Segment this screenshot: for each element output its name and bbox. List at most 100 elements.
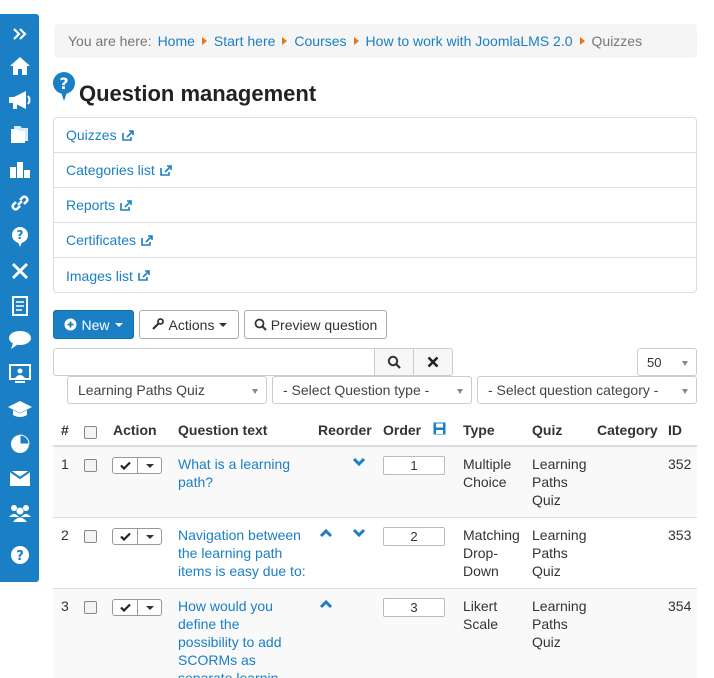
move-down-icon[interactable] [352, 457, 366, 467]
breadcrumb-start-here[interactable]: Start here [214, 33, 275, 49]
chevron-down-icon[interactable] [138, 600, 161, 615]
link-label: Categories list [66, 162, 155, 178]
chevron-down-icon [219, 322, 228, 327]
search-input[interactable] [53, 348, 375, 376]
header-order[interactable]: Order [383, 422, 421, 438]
new-button[interactable]: New [53, 310, 134, 339]
header-reorder[interactable]: Reorder [318, 422, 372, 438]
question-quiz: Learning Paths Quiz [532, 456, 587, 508]
home-icon[interactable] [0, 49, 39, 83]
quiz-filter-select[interactable]: Learning Paths Quiz [67, 376, 267, 404]
external-link-icon [138, 270, 150, 281]
link-reports[interactable]: Reports [54, 188, 696, 223]
list-limit-value: 50 [647, 354, 662, 370]
question-category-filter-select[interactable]: - Select question category - [477, 376, 697, 404]
question-type-filter-value: - Select Question type - [283, 382, 430, 398]
row-checkbox[interactable] [84, 459, 97, 472]
header-question-text[interactable]: Question text [178, 422, 267, 438]
row-number: 2 [61, 527, 69, 543]
sitemap-icon[interactable] [0, 152, 39, 186]
breadcrumb-separator-icon [282, 37, 288, 45]
users-icon[interactable] [0, 496, 39, 530]
question-bubble-icon: ? [53, 72, 75, 101]
question-id: 352 [668, 456, 692, 472]
move-down-icon[interactable] [352, 528, 366, 538]
expand-icon[interactable] [0, 17, 39, 51]
folders-icon[interactable] [0, 117, 39, 151]
table-header: # Action Question text Reorder Order Typ… [53, 412, 697, 447]
monitor-user-icon[interactable] [0, 357, 39, 391]
header-id[interactable]: ID [668, 422, 682, 438]
question-id: 353 [668, 527, 692, 543]
breadcrumb-course[interactable]: How to work with JoomlaLMS 2.0 [366, 33, 573, 49]
question-text-link[interactable]: What is a learning path? [178, 455, 303, 491]
header-number: # [61, 422, 69, 438]
link-icon[interactable] [0, 186, 39, 220]
link-label: Certificates [66, 232, 137, 248]
breadcrumb-home[interactable]: Home [158, 33, 195, 49]
chevron-down-icon [682, 389, 688, 394]
megaphone-icon[interactable] [0, 83, 39, 117]
list-limit-select[interactable]: 50 [637, 348, 697, 376]
breadcrumb: You are here: Home Start here Courses Ho… [54, 24, 697, 58]
publish-check-icon[interactable] [113, 529, 138, 544]
graduation-cap-icon[interactable] [0, 392, 39, 426]
order-input[interactable]: 1 [383, 456, 445, 475]
breadcrumb-separator-icon [201, 37, 207, 45]
question-type: Matching Drop-Down [463, 527, 520, 579]
pie-chart-icon[interactable] [0, 427, 39, 461]
row-checkbox[interactable] [84, 530, 97, 543]
breadcrumb-courses[interactable]: Courses [294, 33, 346, 49]
question-text-link[interactable]: How would you define the possibility to … [178, 597, 303, 678]
page-header: ? Question management [52, 71, 316, 107]
search-button[interactable] [374, 348, 414, 376]
inbox-icon[interactable] [0, 461, 39, 495]
row-action-group[interactable] [112, 599, 162, 616]
search-icon [254, 318, 267, 331]
row-number: 1 [61, 456, 69, 472]
link-categories-list[interactable]: Categories list [54, 153, 696, 188]
document-icon[interactable] [0, 289, 39, 323]
new-button-label: New [81, 316, 110, 333]
tools-icon[interactable] [0, 254, 39, 288]
link-certificates[interactable]: Certificates [54, 223, 696, 258]
question-text-link[interactable]: Navigation between the learning path ite… [178, 526, 308, 580]
question-quiz: Learning Paths Quiz [532, 527, 587, 579]
question-category-filter-value: - Select question category - [488, 382, 659, 398]
help-icon[interactable]: ? [0, 538, 39, 572]
chevron-down-icon[interactable] [138, 529, 161, 544]
row-action-group[interactable] [112, 528, 162, 545]
clear-search-button[interactable] [413, 348, 453, 376]
header-type[interactable]: Type [463, 422, 495, 438]
select-all-checkbox[interactable] [84, 426, 97, 439]
wrench-icon [151, 318, 164, 330]
order-input[interactable]: 2 [383, 527, 445, 546]
link-label: Quizzes [66, 127, 117, 143]
breadcrumb-prefix: You are here: [68, 33, 152, 49]
preview-question-button[interactable]: Preview question [244, 310, 387, 339]
row-number: 3 [61, 598, 69, 614]
page-title: Question management [79, 81, 317, 106]
question-type-filter-select[interactable]: - Select Question type - [272, 376, 472, 404]
chevron-down-icon[interactable] [138, 458, 161, 473]
move-up-icon[interactable] [319, 599, 333, 609]
save-order-icon[interactable] [433, 422, 446, 435]
publish-check-icon[interactable] [113, 458, 138, 473]
chat-icon[interactable] [0, 323, 39, 357]
row-action-group[interactable] [112, 457, 162, 474]
header-quiz[interactable]: Quiz [532, 422, 562, 438]
link-label: Images list [66, 267, 133, 284]
question-quiz: Learning Paths Quiz [532, 598, 587, 650]
publish-check-icon[interactable] [113, 600, 138, 615]
table-row: 1 What is a learning path? 1 Multiple Ch… [53, 447, 697, 518]
link-quizzes[interactable]: Quizzes [54, 118, 696, 153]
link-images-list[interactable]: Images list [54, 258, 696, 292]
row-checkbox[interactable] [84, 601, 97, 614]
question-bubble-icon[interactable]: ? [0, 220, 39, 254]
order-input[interactable]: 3 [383, 598, 445, 617]
svg-text:?: ? [16, 228, 23, 242]
header-category[interactable]: Category [597, 422, 658, 438]
actions-button[interactable]: Actions [139, 310, 239, 339]
move-up-icon[interactable] [319, 528, 333, 538]
table-row: 2 Navigation between the learning path i… [53, 518, 697, 589]
